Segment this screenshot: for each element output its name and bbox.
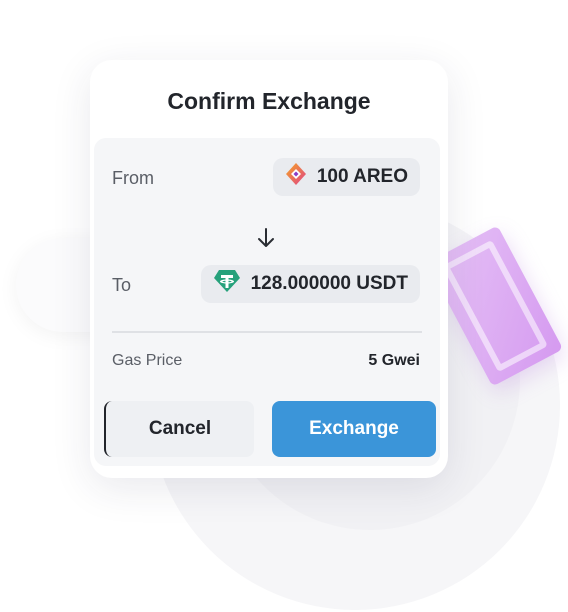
dialog-title: Confirm Exchange bbox=[167, 88, 371, 114]
divider bbox=[112, 331, 422, 333]
gas-price-label: Gas Price bbox=[112, 352, 183, 369]
exchange-button[interactable]: Exchange bbox=[272, 401, 436, 457]
from-amount: 100 AREO bbox=[316, 166, 408, 187]
confirm-exchange-dialog: Confirm Exchange From 100 AREO To 128.00… bbox=[90, 60, 448, 478]
to-token-chip: 128.000000 USDT bbox=[200, 265, 420, 303]
from-label: From bbox=[112, 168, 154, 188]
from-token-chip: 100 AREO bbox=[272, 158, 420, 196]
to-label: To bbox=[112, 275, 132, 295]
arrow-down-icon bbox=[256, 226, 276, 250]
areo-token-icon bbox=[285, 162, 307, 192]
cancel-button[interactable]: Cancel bbox=[104, 401, 254, 457]
tether-token-icon bbox=[213, 269, 241, 299]
gas-price-value: 5 Gwei bbox=[368, 352, 420, 369]
to-amount: 128.000000 USDT bbox=[250, 273, 408, 294]
